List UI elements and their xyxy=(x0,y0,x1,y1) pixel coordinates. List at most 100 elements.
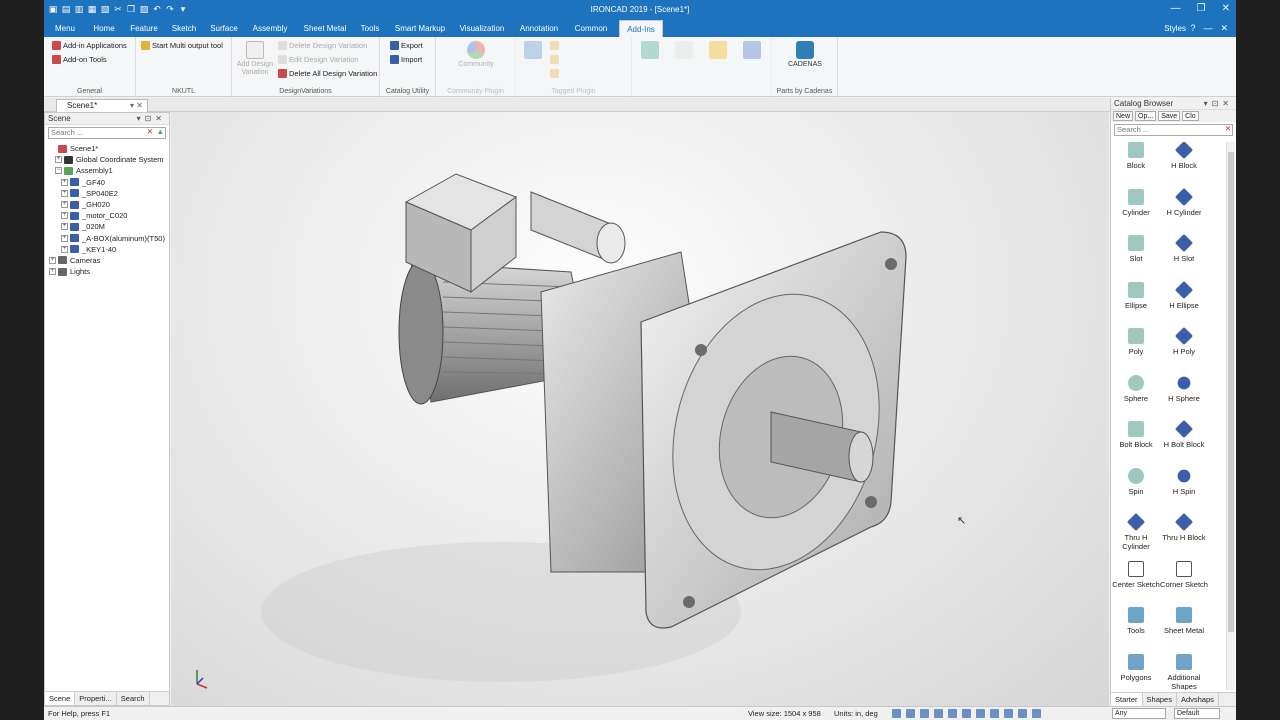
catalog-item[interactable]: Corner Sketch xyxy=(1159,560,1209,589)
tree-node[interactable]: + Global Coordinate System xyxy=(45,154,169,165)
delete-all-design-variation-button[interactable]: Delete All Design Variation xyxy=(278,69,377,78)
catalog-item[interactable]: H Sphere xyxy=(1159,373,1209,403)
view-cube-icon[interactable] xyxy=(948,709,957,718)
zoom-window-icon[interactable] xyxy=(906,709,915,718)
orbit-icon[interactable] xyxy=(934,709,943,718)
tree-expand-toggle[interactable]: + xyxy=(49,268,56,276)
tree-node[interactable]: + _020M xyxy=(45,221,169,232)
catalog-clear-search-icon[interactable]: ✕ xyxy=(1225,124,1231,134)
catalog-new-button[interactable]: New xyxy=(1113,111,1134,121)
add-on-tools-button[interactable]: Add-on Tools xyxy=(52,55,107,64)
catalog-item[interactable]: Thru H Block xyxy=(1159,512,1209,542)
ribbon-minimize-icon[interactable]: — xyxy=(1203,23,1212,34)
tab-surface[interactable]: Surface xyxy=(206,20,242,37)
catalog-item[interactable]: Slot xyxy=(1111,235,1161,263)
tab-starter[interactable]: Starter xyxy=(1111,693,1143,706)
tree-node[interactable]: + _KEY1-40 xyxy=(45,244,169,255)
catalog-item[interactable]: H Cylinder xyxy=(1159,187,1209,217)
delete-design-variation-button[interactable]: Delete Design Variation xyxy=(278,41,367,50)
catalog-item[interactable]: H Slot xyxy=(1159,233,1209,263)
catalog-scrollbar[interactable] xyxy=(1226,142,1235,690)
catalog-item[interactable]: Polygons xyxy=(1111,653,1161,682)
catalog-panel-controls-icon[interactable]: ▾⊡✕ xyxy=(1204,98,1233,110)
capacitor-end[interactable] xyxy=(596,222,626,264)
tag-option-1-button[interactable] xyxy=(550,41,559,50)
tree-node[interactable]: + Cameras xyxy=(45,255,169,266)
plugin-button-1[interactable] xyxy=(636,41,664,61)
catalog-item[interactable]: Bolt Block xyxy=(1111,421,1161,449)
tree-expand-toggle[interactable]: + xyxy=(61,245,68,253)
3d-viewport[interactable]: ↖ xyxy=(171,112,1109,706)
catalog-item[interactable]: Cylinder xyxy=(1111,188,1161,217)
export-button[interactable]: Export xyxy=(390,41,423,50)
plugin-button-4[interactable] xyxy=(738,41,766,61)
catalog-close-button[interactable]: Clo xyxy=(1182,111,1199,121)
selection-filter-select[interactable]: Any xyxy=(1112,708,1166,719)
scene-search-input[interactable]: Search ... ✕ ▲ xyxy=(48,127,166,139)
tab-add-ins[interactable]: Add-Ins xyxy=(619,20,663,37)
tab-properties[interactable]: Properti... xyxy=(75,692,117,705)
catalog-item[interactable]: Sphere xyxy=(1111,374,1161,403)
tree-node[interactable]: + _SP040E2 xyxy=(45,188,169,199)
pan-icon[interactable] xyxy=(920,709,929,718)
catalog-item[interactable]: H Poly xyxy=(1159,326,1209,356)
tree-expand-toggle[interactable]: + xyxy=(49,256,56,264)
catalog-item[interactable]: Block xyxy=(1111,142,1161,170)
light-mode-icon[interactable] xyxy=(1004,709,1013,718)
tab-feature[interactable]: Feature xyxy=(126,20,162,37)
tab-visualization[interactable]: Visualization xyxy=(456,20,508,37)
catalog-item[interactable]: Center Sketch xyxy=(1111,560,1161,589)
catalog-item[interactable]: H Block xyxy=(1159,142,1209,170)
add-design-variation-button[interactable]: Add Design Variation xyxy=(236,41,274,77)
document-tab[interactable]: Scene1* ▾ ✕ xyxy=(56,99,148,112)
tree-node[interactable]: Scene1* xyxy=(45,143,169,154)
add-in-applications-button[interactable]: Add-in Applications xyxy=(52,41,127,50)
catalog-item[interactable]: Additional Shapes xyxy=(1159,653,1209,690)
style-select[interactable]: Default xyxy=(1174,708,1220,719)
tree-node[interactable]: + _A-BOX(aluminum)(T50) xyxy=(45,233,169,244)
tag-option-2-button[interactable] xyxy=(550,55,559,64)
tab-smart-markup[interactable]: Smart Markup xyxy=(392,20,448,37)
filter-icon[interactable]: ▲ xyxy=(157,127,164,137)
catalog-item[interactable]: Thru H Cylinder xyxy=(1111,512,1161,551)
plugin-button-2[interactable] xyxy=(670,41,698,61)
tree-expand-toggle[interactable]: + xyxy=(61,234,68,242)
catalog-item[interactable]: H Ellipse xyxy=(1159,280,1209,310)
tree-expand-toggle[interactable]: − xyxy=(55,167,62,175)
gear-motor-model[interactable] xyxy=(171,112,1109,706)
scrollbar-thumb[interactable] xyxy=(1228,152,1234,632)
tree-expand-toggle[interactable]: + xyxy=(61,201,68,209)
help-icon[interactable]: ? xyxy=(1190,23,1195,34)
tree-expand-toggle[interactable]: + xyxy=(61,178,68,186)
tab-tools[interactable]: Tools xyxy=(356,20,384,37)
select-arrow-icon[interactable] xyxy=(1032,709,1041,718)
tab-shapes[interactable]: Shapes xyxy=(1143,693,1177,706)
catalog-item[interactable]: Spin xyxy=(1111,467,1161,496)
ribbon-close-icon[interactable]: ✕ xyxy=(1220,23,1228,34)
tab-sheet-metal[interactable]: Sheet Metal xyxy=(298,20,352,37)
cadenas-button[interactable]: CADENAS xyxy=(782,41,828,69)
panel-controls-icon[interactable]: ▾⊡✕ xyxy=(137,113,166,125)
catalog-item[interactable]: H Bolt Block xyxy=(1159,419,1209,449)
tree-node[interactable]: + _motor_C020 xyxy=(45,210,169,221)
close-button[interactable]: ✕ xyxy=(1222,3,1230,14)
catalog-item[interactable]: H Spin xyxy=(1159,466,1209,496)
tab-sketch[interactable]: Sketch xyxy=(168,20,200,37)
tree-node[interactable]: + _GF40 xyxy=(45,177,169,188)
shadow-icon[interactable] xyxy=(1018,709,1027,718)
import-button[interactable]: Import xyxy=(390,55,422,64)
tree-node[interactable]: + _GH020 xyxy=(45,199,169,210)
catalog-search-input[interactable]: Search ... ✕ xyxy=(1114,124,1233,136)
tab-home[interactable]: Home xyxy=(88,20,120,37)
tab-common[interactable]: Common xyxy=(570,20,612,37)
doc-tab-menu-icon[interactable]: ▾ ✕ xyxy=(130,100,143,112)
catalog-item[interactable]: Tools xyxy=(1111,607,1161,635)
tree-node[interactable]: + Lights xyxy=(45,266,169,277)
maximize-button[interactable]: ❐ xyxy=(1197,3,1206,14)
catalog-item[interactable]: Ellipse xyxy=(1111,281,1161,310)
clear-search-icon[interactable]: ✕ xyxy=(147,127,153,137)
tree-expand-toggle[interactable]: + xyxy=(55,156,62,164)
edit-design-variation-button[interactable]: Edit Design Variation xyxy=(278,55,358,64)
catalog-open-button[interactable]: Op... xyxy=(1135,111,1157,121)
tag-option-3-button[interactable] xyxy=(550,69,559,78)
